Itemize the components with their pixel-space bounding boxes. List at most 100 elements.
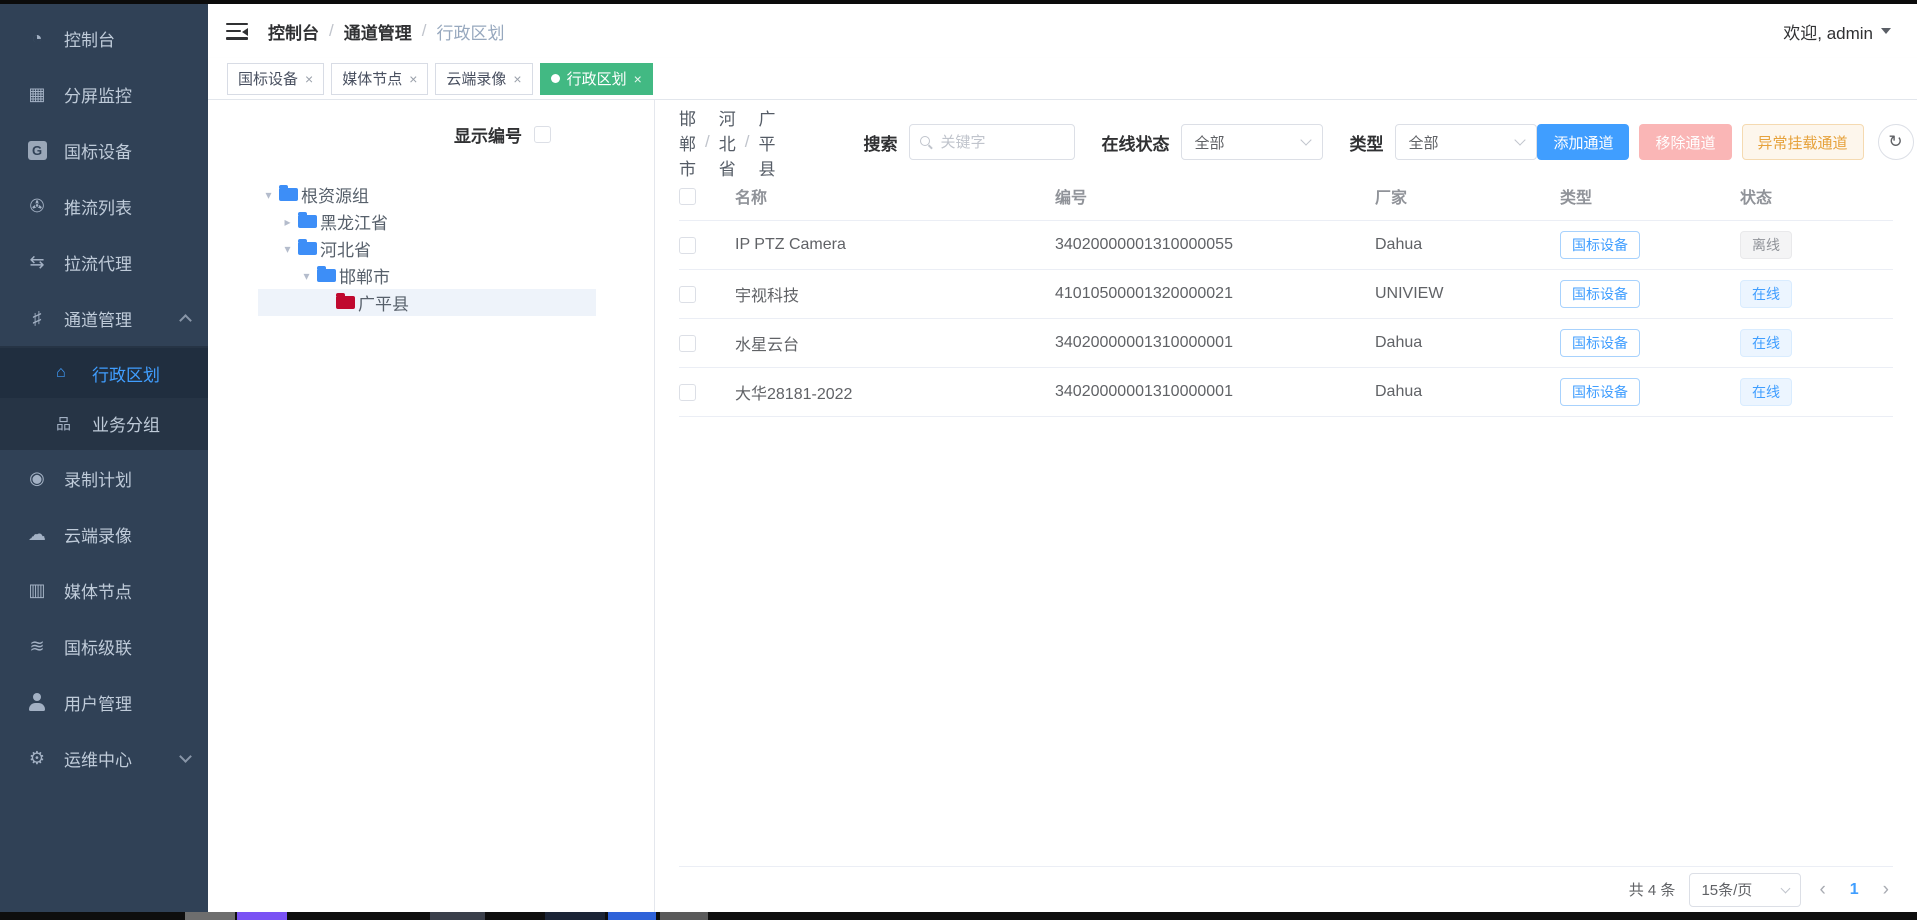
tree-node-handan[interactable]: ▾ 邯郸市: [258, 262, 596, 289]
breadcrumb-separator: [412, 21, 437, 41]
sidebar-item-record-plan[interactable]: 录制计划: [0, 450, 208, 506]
online-status-label: 在线状态: [1101, 130, 1169, 155]
location-item: 河北省: [719, 105, 736, 180]
sidebar-item-gb-cascade[interactable]: 国标级联: [0, 618, 208, 674]
close-icon[interactable]: ×: [409, 71, 417, 87]
next-page-button[interactable]: ›: [1879, 879, 1893, 901]
table-row[interactable]: 大华28181-2022 34020000001310000001 Dahua …: [679, 368, 1893, 417]
sidebar-item-gb-device[interactable]: G 国标设备: [0, 122, 208, 178]
cloud-record-icon: [24, 524, 50, 545]
show-code-label: 显示编号: [454, 122, 522, 147]
sidebar-collapse-icon[interactable]: [226, 23, 248, 40]
sidebar-item-ops-center[interactable]: 运维中心: [0, 730, 208, 786]
empty-space: [679, 417, 1893, 866]
table-row[interactable]: 宇视科技 41010500001320000021 UNIVIEW 国标设备 在…: [679, 270, 1893, 319]
search-label: 搜索: [863, 130, 897, 155]
column-header-code: 编号: [1055, 184, 1375, 208]
table-row[interactable]: IP PTZ Camera 34020000001310000055 Dahua…: [679, 221, 1893, 270]
open-tabs-bar: 国标设备 × 媒体节点 × 云端录像 × 行政区划 ×: [208, 58, 1917, 100]
tab-label: 媒体节点: [342, 68, 402, 89]
row-checkbox[interactable]: [679, 335, 696, 352]
sidebar-item-split-monitor[interactable]: 分屏监控: [0, 66, 208, 122]
sidebar-item-label: 国标设备: [64, 138, 132, 163]
add-channel-button[interactable]: 添加通道: [1537, 124, 1629, 160]
close-icon[interactable]: ×: [305, 71, 313, 87]
current-page-number[interactable]: 1: [1844, 881, 1865, 899]
type-tag[interactable]: 国标设备: [1560, 329, 1640, 357]
prev-page-button[interactable]: ‹: [1815, 879, 1829, 901]
tree-node-heilongjiang[interactable]: ▸ 黑龙江省: [258, 208, 596, 235]
type-value: 全部: [1408, 132, 1438, 153]
tab-gb-device[interactable]: 国标设备 ×: [227, 63, 324, 95]
tab-cloud-record[interactable]: 云端录像 ×: [435, 63, 532, 95]
sidebar-item-channel-mgmt[interactable]: 通道管理: [0, 290, 208, 346]
content-area: 显示编号 ▾ 根资源组 ▸ 黑龙江省 ▾: [208, 100, 1917, 912]
show-code-toggle: 显示编号: [208, 122, 654, 147]
chevron-down-icon: [1781, 883, 1791, 893]
sidebar-item-pull-proxy[interactable]: 拉流代理: [0, 234, 208, 290]
sidebar-item-admin-region[interactable]: 行政区划: [0, 348, 208, 398]
welcome-text: 欢迎, admin: [1783, 19, 1873, 44]
tab-label: 行政区划: [567, 68, 627, 89]
tree-node-root[interactable]: ▾ 根资源组: [258, 181, 596, 208]
cell-name: 宇视科技: [735, 282, 1055, 306]
search-input[interactable]: [940, 134, 1064, 151]
close-icon[interactable]: ×: [634, 71, 642, 87]
tree-node-hebei[interactable]: ▾ 河北省: [258, 235, 596, 262]
table-row[interactable]: 水星云台 34020000001310000001 Dahua 国标设备 在线: [679, 319, 1893, 368]
tree-node-guangping-selected[interactable]: 广平县: [258, 289, 596, 316]
tree-collapse-icon[interactable]: ▸: [277, 215, 298, 229]
sidebar-item-media-node[interactable]: 媒体节点: [0, 562, 208, 618]
show-code-checkbox[interactable]: [534, 126, 551, 143]
cell-code: 41010500001320000021: [1055, 285, 1375, 303]
close-icon[interactable]: ×: [513, 71, 521, 87]
channel-table-panel: 邯郸市 河北省 广平县 搜索 在线状态: [655, 100, 1917, 912]
remove-channel-button[interactable]: 移除通道: [1639, 124, 1731, 160]
select-all-checkbox[interactable]: [679, 188, 696, 205]
search-input-box[interactable]: [909, 124, 1075, 160]
row-checkbox[interactable]: [679, 286, 696, 303]
media-film-icon: [24, 580, 50, 601]
user-menu[interactable]: 欢迎, admin: [1783, 19, 1891, 44]
cell-vendor: UNIVIEW: [1375, 285, 1560, 303]
sidebar-item-label: 国标级联: [64, 634, 132, 659]
type-tag[interactable]: 国标设备: [1560, 280, 1640, 308]
type-group: 类型 全部: [1349, 124, 1537, 160]
sidebar-item-console[interactable]: 控制台: [0, 10, 208, 66]
sidebar-item-user-mgmt[interactable]: 用户管理: [0, 674, 208, 730]
refresh-button[interactable]: ↻: [1878, 124, 1914, 160]
sidebar-item-cloud-record[interactable]: 云端录像: [0, 506, 208, 562]
sidebar-item-push-stream[interactable]: 推流列表: [0, 178, 208, 234]
bottom-bar-segment: [608, 912, 656, 920]
type-tag[interactable]: 国标设备: [1560, 231, 1640, 259]
tree-expand-icon[interactable]: ▾: [258, 188, 279, 202]
main-area: 控制台 通道管理 行政区划 欢迎, admin 国标设备 × 媒体节点 × 云端…: [208, 4, 1917, 912]
cell-code: 34020000001310000001: [1055, 334, 1375, 352]
tab-media-node[interactable]: 媒体节点 ×: [331, 63, 428, 95]
sidebar-item-business-group[interactable]: 业务分组: [0, 398, 208, 448]
top-header: 控制台 通道管理 行政区划 欢迎, admin: [208, 4, 1917, 58]
sidebar-item-label: 分屏监控: [64, 82, 132, 107]
sidebar-item-label: 行政区划: [92, 361, 160, 386]
breadcrumb-item[interactable]: 控制台: [268, 19, 319, 44]
breadcrumb-item[interactable]: 通道管理: [344, 19, 412, 44]
row-checkbox[interactable]: [679, 384, 696, 401]
tree-node-label: 邯郸市: [339, 263, 390, 288]
channel-table: 名称 编号 厂家 类型 状态 IP PTZ Camera 34020000001…: [679, 172, 1893, 417]
abnormal-mount-button[interactable]: 异常挂载通道: [1742, 124, 1864, 160]
chevron-up-icon: [179, 314, 192, 327]
row-checkbox[interactable]: [679, 237, 696, 254]
tree-node-label: 根资源组: [301, 182, 369, 207]
sidebar-item-label: 拉流代理: [64, 250, 132, 275]
cell-code: 34020000001310000055: [1055, 236, 1375, 254]
page-size-select[interactable]: 15条/页: [1689, 873, 1801, 907]
pull-stream-arrows-icon: [24, 252, 50, 273]
tree-expand-icon[interactable]: ▾: [296, 269, 317, 283]
type-tag[interactable]: 国标设备: [1560, 378, 1640, 406]
type-select[interactable]: 全部: [1395, 124, 1537, 160]
online-status-select[interactable]: 全部: [1181, 124, 1323, 160]
breadcrumb-separator: [319, 21, 344, 41]
tab-admin-region-active[interactable]: 行政区划 ×: [540, 63, 653, 95]
tab-label: 云端录像: [446, 68, 506, 89]
tree-expand-icon[interactable]: ▾: [277, 242, 298, 256]
